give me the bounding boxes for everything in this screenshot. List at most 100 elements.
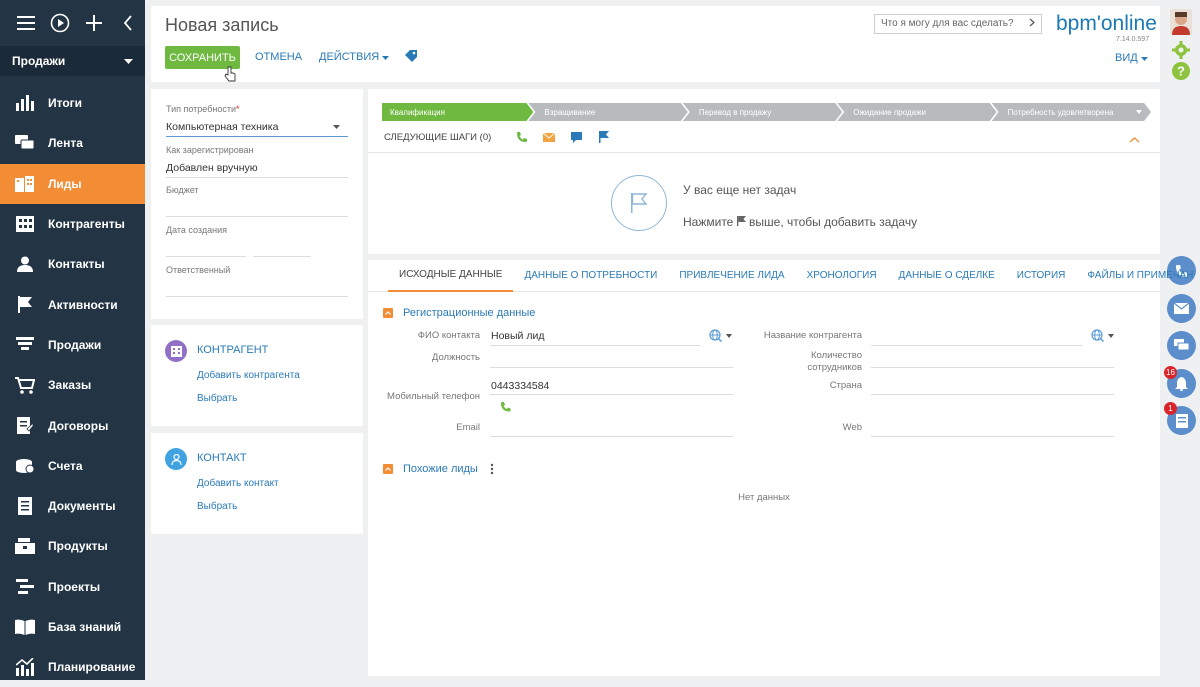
menu-icon[interactable] [9,8,43,38]
need-type-field[interactable]: Компьютерная техника [166,121,278,133]
hint-text: выше, чтобы добавить задачу [749,215,918,229]
chevron-up-icon[interactable] [1129,137,1140,143]
web-label: Web [842,422,862,433]
funnel-icon [15,335,35,355]
globe-search-icon[interactable] [709,329,722,342]
play-icon[interactable] [43,8,77,38]
stage-qualification[interactable]: Квалификация [382,103,533,121]
tab-attachments[interactable]: ФАЙЛЫ И ПРИМЕЧАН [1076,260,1197,292]
sidebar-item-label: Заказы [48,378,92,393]
chevron-down-icon[interactable] [1108,334,1114,338]
call-icon[interactable] [500,401,511,412]
chevron-down-icon [124,58,133,64]
stage-nurturing[interactable]: Взращивание [528,103,687,121]
country-field[interactable] [871,394,1114,395]
select-contact-link[interactable]: Выбрать [197,501,237,512]
message-icon[interactable] [571,132,582,143]
registration-group-title[interactable]: Регистрационные данные [403,307,535,319]
view-menu-button[interactable]: ВИД [1115,52,1148,64]
person-icon [15,254,35,274]
sidebar-item-planning[interactable]: Планирование [0,647,145,687]
email-icon[interactable] [543,133,555,142]
collapse-icon[interactable] [111,8,145,38]
employees-field[interactable] [871,367,1114,368]
mobile-phone-field[interactable]: 0443334584 [491,380,549,392]
sidebar-item-invoices[interactable]: Счета [0,446,145,486]
dropdown-arrow-icon[interactable] [333,125,340,129]
tab-history[interactable]: ИСТОРИЯ [1006,260,1077,292]
sidebar-item-contacts[interactable]: Контакты [0,244,145,284]
sidebar-item-accounts[interactable]: Контрагенты [0,204,145,244]
owner-field[interactable] [166,296,348,297]
email-panel-button[interactable] [1167,294,1196,323]
product-icon [15,536,35,556]
flag-icon[interactable] [599,131,609,143]
tab-bar: ИСХОДНЫЕ ДАННЫЕ ДАННЫЕ О ПОТРЕБНОСТИ ПРИ… [368,260,1193,292]
sidebar-item-label: Контрагенты [48,217,125,232]
account-name-field[interactable] [871,345,1082,346]
add-contact-link[interactable]: Добавить контакт [197,478,279,489]
tag-icon[interactable] [405,50,417,62]
lead-stage-bar: Квалификация Взращивание Перевод в прода… [382,103,1146,121]
registered-field[interactable]: Добавлен вручную [166,162,258,174]
tab-lead-generation[interactable]: ПРИВЛЕЧЕНИЕ ЛИДА [668,260,795,292]
web-field[interactable] [871,436,1114,437]
sidebar-item-orders[interactable]: Заказы [0,365,145,405]
field-underline-focused [166,136,348,137]
email-field[interactable] [490,436,733,437]
leads-icon [15,174,35,194]
sidebar-item-knowledge-base[interactable]: База знаний [0,607,145,647]
budget-label: Бюджет [166,185,199,195]
tab-timeline[interactable]: ХРОНОЛОГИЯ [796,260,888,292]
sidebar-item-opportunities[interactable]: Продажи [0,325,145,365]
tab-deal-data[interactable]: ДАННЫЕ О СДЕЛКЕ [888,260,1006,292]
gear-icon[interactable] [1172,41,1190,59]
contact-name-field[interactable]: Новый лид [491,330,544,342]
hand-cursor-icon [224,66,236,82]
globe-search-icon[interactable] [1091,329,1104,342]
cancel-button[interactable]: ОТМЕНА [255,51,302,63]
svg-text:?: ? [1177,64,1185,79]
chevron-right-icon [1029,18,1035,27]
workplace-selector[interactable]: Продажи [0,46,145,76]
avatar[interactable] [1170,9,1192,35]
collapse-group-icon[interactable] [383,464,393,474]
command-line-input[interactable]: Что я могу для вас сделать? [874,14,1042,34]
job-title-field[interactable] [490,367,733,368]
page-header: Новая запись СОХРАНИТЬ ОТМЕНА ДЕЙСТВИЯ Ч… [151,6,1160,82]
lead-details-panel: ИСХОДНЫЕ ДАННЫЕ ДАННЫЕ О ПОТРЕБНОСТИ ПРИ… [368,260,1193,676]
chat-panel-button[interactable] [1167,331,1196,360]
sidebar-item-activities[interactable]: Активности [0,284,145,324]
chevron-down-icon[interactable] [726,334,732,338]
need-type-label: Тип потребности* [166,104,240,114]
similar-leads-title[interactable]: Похожие лиды [403,463,478,475]
select-account-link[interactable]: Выбрать [197,393,237,404]
plus-icon[interactable] [77,8,111,38]
sidebar: Продажи Итоги Лента Лиды Контрагенты Кон… [0,0,145,680]
more-options-icon[interactable] [490,463,494,475]
call-icon[interactable] [516,131,528,143]
sidebar-item-dashboards[interactable]: Итоги [0,83,145,123]
country-label: Страна [829,380,862,391]
stage-transfer-to-sale[interactable]: Перевод в продажу [683,103,842,121]
document-icon [15,496,35,516]
sidebar-item-documents[interactable]: Документы [0,486,145,526]
collapse-group-icon[interactable] [383,308,393,318]
sidebar-item-leads[interactable]: Лиды [0,163,145,204]
sidebar-item-contracts[interactable]: Договоры [0,405,145,445]
flag-icon [736,216,746,226]
add-account-link[interactable]: Добавить контрагента [197,370,300,381]
budget-field[interactable] [166,216,348,217]
sidebar-item-projects[interactable]: Проекты [0,567,145,607]
stage-need-satisfied[interactable]: Потребность удовлетворена [992,103,1151,121]
tab-source-data[interactable]: ИСХОДНЫЕ ДАННЫЕ [388,260,514,292]
created-date-field[interactable] [166,256,246,257]
created-time-field[interactable] [253,256,311,257]
help-icon[interactable]: ? [1172,62,1190,80]
tab-need-data[interactable]: ДАННЫЕ О ПОТРЕБНОСТИ [513,260,668,292]
sidebar-item-label: База знаний [48,620,122,634]
actions-menu-button[interactable]: ДЕЙСТВИЯ [319,51,390,63]
stage-awaiting-sale[interactable]: Ожидание продажи [837,103,996,121]
sidebar-item-products[interactable]: Продукты [0,526,145,566]
sidebar-item-feed[interactable]: Лента [0,123,145,163]
